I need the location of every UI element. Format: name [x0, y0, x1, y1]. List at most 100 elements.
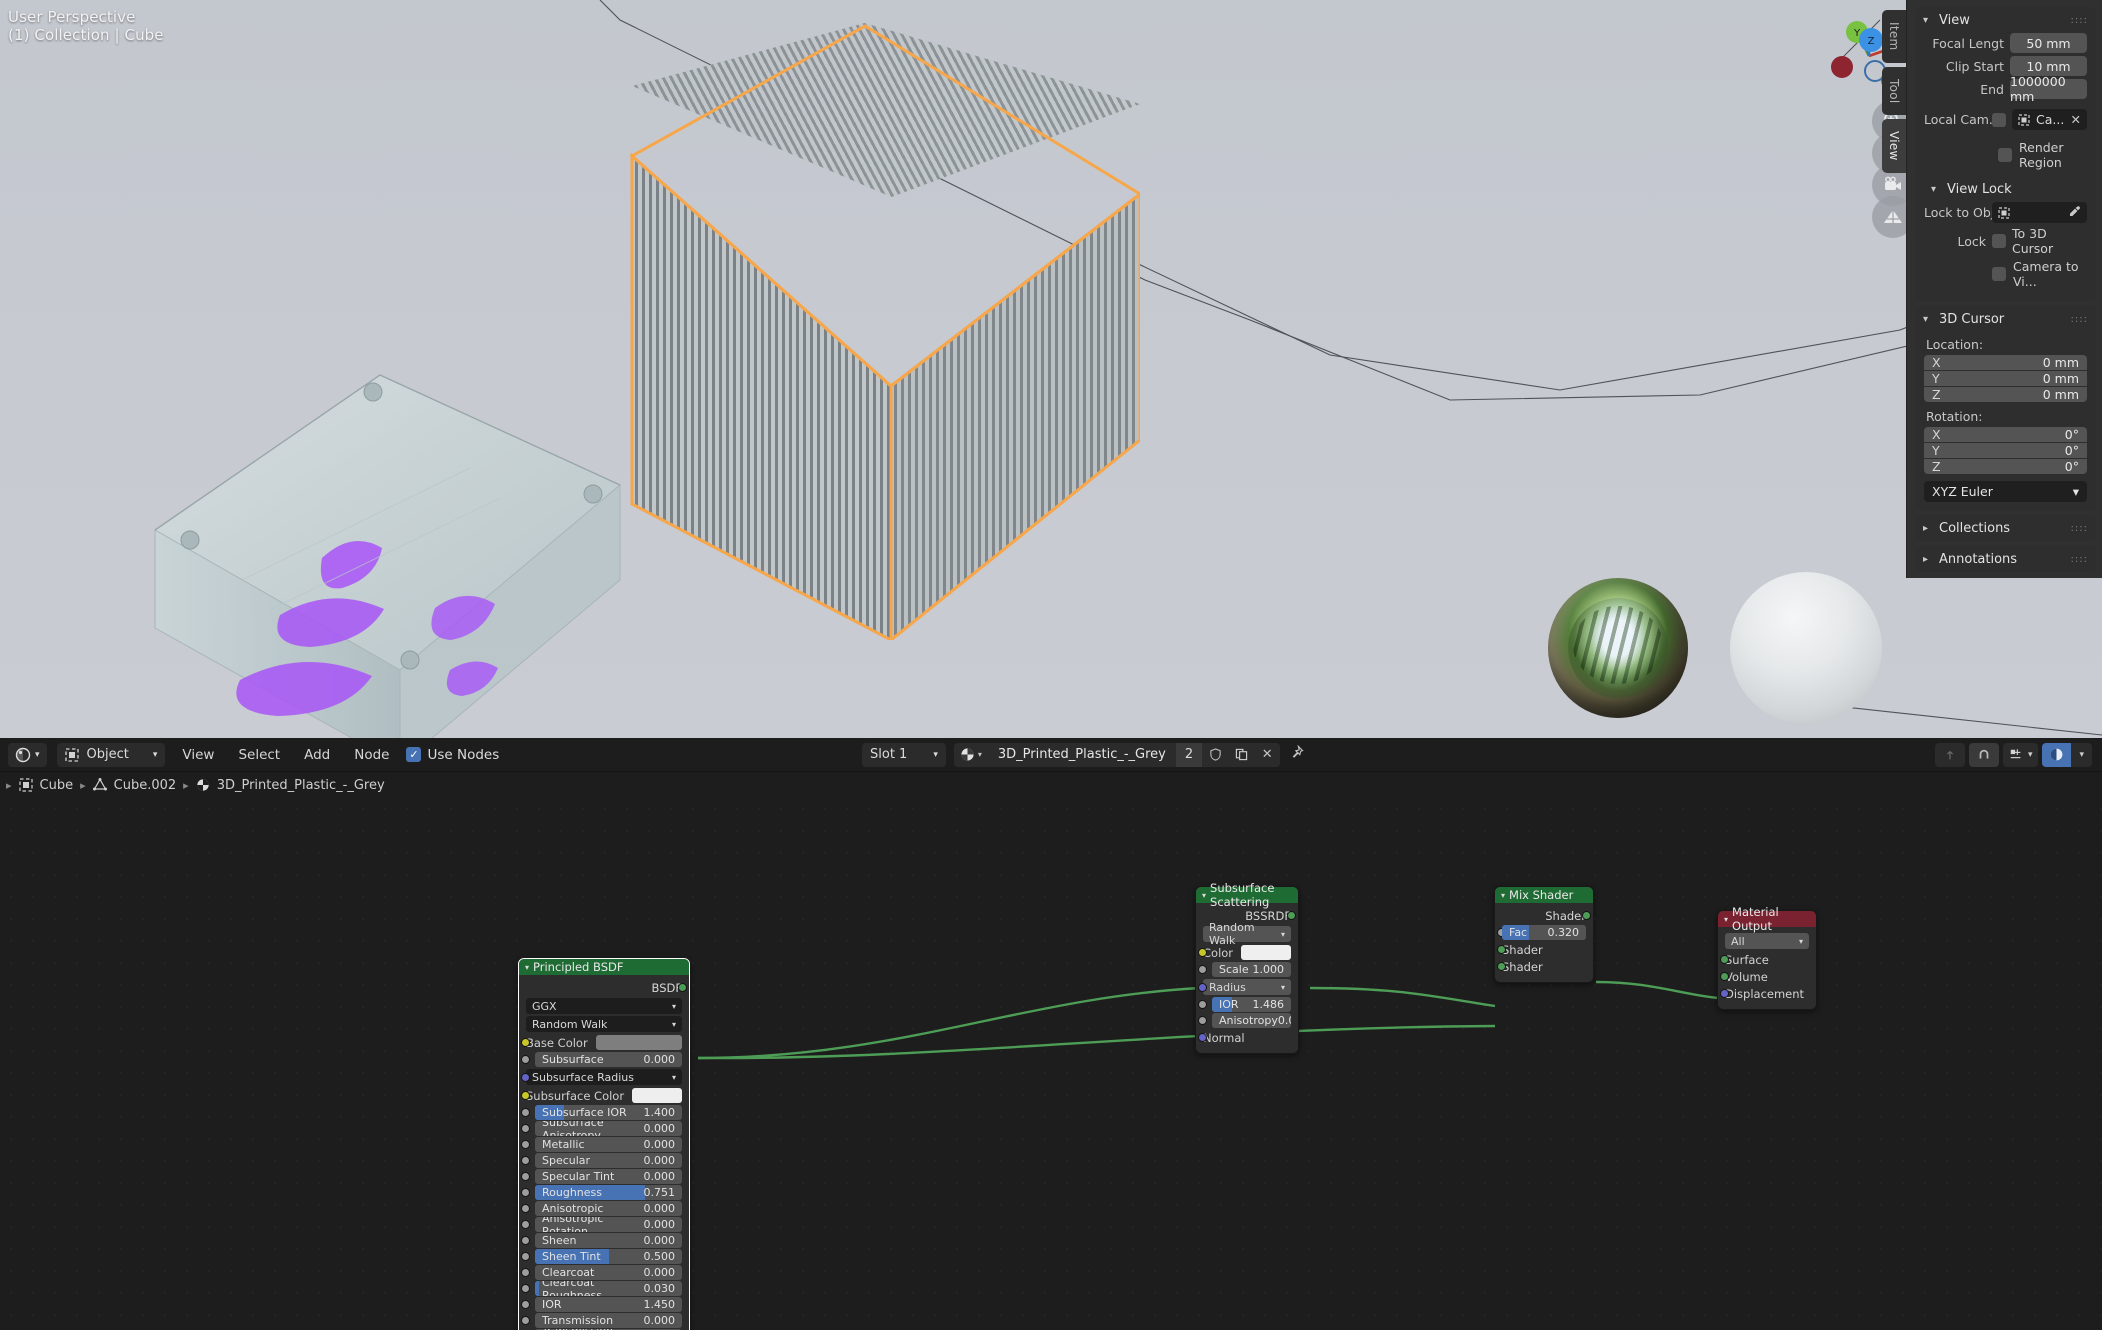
sss-anisotropy[interactable]: Anisotropy0.000	[1212, 1013, 1291, 1028]
clip-end-row[interactable]: End 1000000 mm	[1924, 74, 2087, 104]
local-camera-field[interactable]: Ca... ✕	[2012, 109, 2087, 130]
breadcrumb-mesh[interactable]: Cube.002	[114, 778, 177, 793]
principled-specular-tint[interactable]: Specular Tint 0.000	[535, 1169, 682, 1184]
render-region-row[interactable]: Render Region	[1924, 140, 2087, 170]
cursor-location-z[interactable]: Z0 mm	[1924, 387, 2087, 402]
output-in-volume[interactable]: Volume	[1720, 968, 1809, 985]
panel-view-lock-header[interactable]: ▾ View Lock	[1915, 176, 2096, 202]
header-right-tools[interactable]: ▾ ▾	[1934, 742, 2092, 767]
mixshader-out-shader[interactable]: Shader	[1502, 907, 1591, 924]
cube-object[interactable]	[600, 20, 1140, 640]
close-icon-2[interactable]: ✕	[1254, 742, 1281, 767]
sidebar-tabs[interactable]: Item Tool View	[1880, 10, 1906, 173]
principled-anisotropic[interactable]: Anisotropic 0.000	[535, 1201, 682, 1216]
principled-ior[interactable]: IOR 1.450	[535, 1297, 682, 1312]
principled-distribution-select[interactable]: GGX ▾	[526, 998, 682, 1014]
sss-method-select[interactable]: Random Walk ▾	[1203, 921, 1291, 947]
material-name-field[interactable]: 3D_Printed_Plastic_-_Grey	[987, 742, 1176, 767]
principled-sss-method-select[interactable]: Random Walk ▾	[526, 1016, 682, 1032]
node-subsurface-scattering[interactable]: ▾ Subsurface Scattering BSSRDF Random Wa…	[1195, 881, 1299, 1054]
slot-select[interactable]: Slot 1 ▾	[862, 742, 946, 767]
shader-editor-header[interactable]: ▾ Object ▾ View Select Add Node ✓ Use No…	[0, 738, 2102, 772]
camera-to-view-checkbox[interactable]	[1992, 267, 2006, 281]
focal-length-row[interactable]: Focal Lengt 50 mm	[1924, 33, 2087, 53]
snap-target-select[interactable]: ▾	[2002, 742, 2039, 767]
camera-to-view-row[interactable]: Camera to Vi...	[1924, 259, 2087, 289]
principled-subsurface-radius[interactable]: Subsurface Radius ▾	[526, 1069, 682, 1085]
use-nodes-toggle[interactable]: ✓ Use Nodes	[406, 747, 499, 763]
node-canvas[interactable]: ▾ Principled BSDF BSDF GGX ▾ Random Walk ▾…	[0, 798, 2102, 1330]
panel-collections[interactable]: ▸ Collections ::::	[1915, 515, 2096, 541]
sidebar-tab-tool[interactable]: Tool	[1882, 66, 1906, 116]
node-principled-header[interactable]: ▾ Principled BSDF	[519, 959, 689, 975]
output-in-surface[interactable]: Surface	[1720, 951, 1809, 968]
principled-anisotropic-rotation[interactable]: Anisotropic Rotation 0.000	[535, 1217, 682, 1232]
sidebar-tab-view[interactable]: View	[1882, 119, 1906, 173]
shield-icon[interactable]	[1202, 742, 1229, 767]
panel-collections-header[interactable]: ▸ Collections ::::	[1915, 515, 2096, 541]
local-camera-checkbox[interactable]	[1992, 112, 2006, 127]
close-icon[interactable]: ✕	[2071, 112, 2081, 127]
panel-annotations[interactable]: ▸ Annotations ::::	[1915, 546, 2096, 572]
principled-subsurface[interactable]: Subsurface 0.000	[535, 1052, 682, 1067]
render-region-checkbox[interactable]	[1998, 148, 2012, 162]
shading-sphere-icon[interactable]	[2042, 742, 2072, 767]
material-slot-group[interactable]: Slot 1 ▾ ▾ 3D_Printed_Plastic_-_Grey 2 ✕	[862, 742, 1304, 767]
material-users-count[interactable]: 2	[1175, 742, 1203, 767]
sss-out-bssrdf[interactable]: BSSRDF	[1203, 907, 1296, 924]
menu-add[interactable]: Add	[297, 747, 337, 763]
node-principled-bsdf[interactable]: ▾ Principled BSDF BSDF GGX ▾ Random Walk ▾…	[518, 958, 690, 1330]
clip-start-row[interactable]: Clip Start 10 mm	[1924, 56, 2087, 76]
panel-3d-cursor-header[interactable]: ▾ 3D Cursor ::::	[1915, 306, 2096, 332]
mixshader-in-shader-1[interactable]: Shader	[1497, 941, 1586, 958]
cursor-rotation-y[interactable]: Y 0°	[1924, 443, 2087, 458]
pin-icon[interactable]	[1289, 744, 1304, 764]
lock-to-obj-field[interactable]	[1992, 202, 2087, 223]
output-in-displacement[interactable]: Displacement	[1720, 985, 1809, 1002]
cursor-location-x[interactable]: X0 mm	[1924, 355, 2087, 370]
clip-end-field[interactable]: 1000000 mm	[2010, 74, 2087, 104]
shader-editor[interactable]: ▾ Object ▾ View Select Add Node ✓ Use No…	[0, 738, 2102, 1330]
node-sss-header[interactable]: ▾ Subsurface Scattering	[1196, 881, 1298, 909]
output-target-select[interactable]: All ▾	[1725, 933, 1809, 949]
view-sidebar[interactable]: ▾ View :::: Focal Lengt 50 mm Clip Start…	[1906, 0, 2102, 578]
cursor-location-y[interactable]: Y0 mm	[1924, 371, 2087, 386]
lock-to-obj-row[interactable]: Lock to Obj	[1924, 202, 2087, 223]
principled-transmission[interactable]: Transmission 0.000	[535, 1313, 682, 1328]
to-3d-cursor-checkbox[interactable]	[1992, 234, 2006, 248]
sidebar-tab-item[interactable]: Item	[1882, 10, 1906, 63]
copy-icon[interactable]	[1228, 742, 1255, 767]
node-material-output[interactable]: ▾ Material Output All ▾ Surface Volume Di…	[1717, 905, 1817, 1010]
sss-color[interactable]: Color	[1198, 944, 1291, 961]
node-mix-shader[interactable]: ▾ Mix Shader Shader Fac 0.320 Shader Shad…	[1494, 886, 1594, 983]
mixshader-fac[interactable]: Fac 0.320	[1502, 925, 1586, 940]
editor-type-button[interactable]: ▾	[8, 742, 47, 767]
sss-in-normal[interactable]: Normal	[1198, 1029, 1291, 1046]
cursor-rotation-x[interactable]: X 0°	[1924, 427, 2087, 442]
principled-sheen[interactable]: Sheen 0.000	[535, 1233, 682, 1248]
material-browse-button[interactable]: ▾	[953, 742, 988, 767]
clip-start-field[interactable]: 10 mm	[2010, 56, 2087, 76]
panel-view-header[interactable]: ▾ View ::::	[1915, 7, 2096, 33]
node-mix-shader-header[interactable]: ▾ Mix Shader	[1495, 887, 1593, 903]
cursor-rotation-z[interactable]: Z 0°	[1924, 459, 2087, 474]
rotation-mode-select[interactable]: XYZ Euler ▾	[1924, 481, 2087, 502]
mixshader-in-shader-2[interactable]: Shader	[1497, 958, 1586, 975]
sss-ior[interactable]: IOR 1.486	[1212, 997, 1291, 1012]
principled-metallic[interactable]: Metallic 0.000	[535, 1137, 682, 1152]
principled-specular[interactable]: Specular 0.000	[535, 1153, 682, 1168]
eyedropper-icon[interactable]	[2068, 205, 2081, 221]
principled-subsurface-anisotropy[interactable]: Subsurface Anisotropy 0.000	[535, 1121, 682, 1136]
sss-radius-select[interactable]: Radius ▾	[1203, 979, 1291, 995]
principled-base-color[interactable]: Base Color	[521, 1034, 682, 1051]
snap-magnet-icon[interactable]	[1968, 742, 1999, 767]
sss-scale[interactable]: Scale 1.000	[1212, 962, 1291, 977]
snap-off-icon[interactable]	[1934, 742, 1965, 767]
principled-clearcoat[interactable]: Clearcoat 0.000	[535, 1265, 682, 1280]
breadcrumb-object[interactable]: Cube	[40, 778, 74, 793]
menu-view[interactable]: View	[175, 747, 221, 763]
3d-viewport[interactable]: User Perspective (1) Collection | Cube Y…	[0, 0, 2102, 738]
principled-subsurface-ior[interactable]: Subsurface IOR 1.400	[535, 1105, 682, 1120]
principled-roughness[interactable]: Roughness 0.751	[535, 1185, 682, 1200]
chevron-down-icon-10[interactable]: ▾	[2071, 742, 2092, 767]
